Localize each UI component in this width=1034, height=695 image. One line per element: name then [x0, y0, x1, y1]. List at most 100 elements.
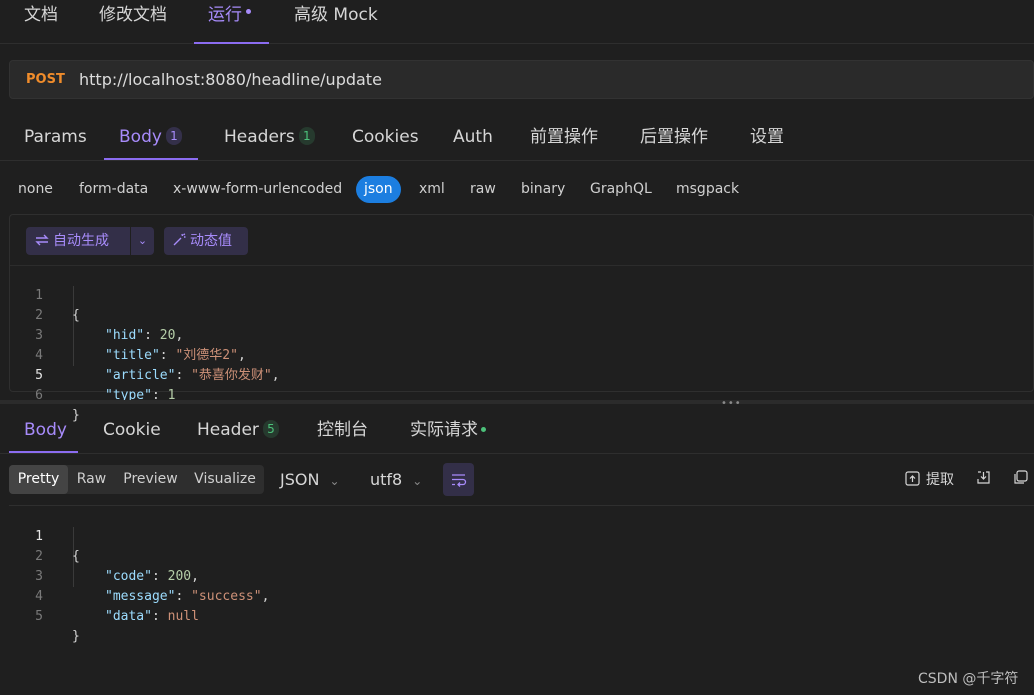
tab-params[interactable]: Params: [24, 112, 87, 160]
chevron-down-icon: ⌄: [412, 474, 423, 488]
json-key: "message": [105, 589, 176, 604]
resp-tab-header[interactable]: Header 5: [197, 405, 279, 453]
view-mode-raw[interactable]: Raw: [68, 465, 115, 494]
unsaved-dot-icon: [246, 9, 251, 14]
copy-button[interactable]: [1013, 470, 1028, 490]
body-type-graphql[interactable]: GraphQL: [590, 176, 652, 203]
auto-generate-button[interactable]: 自动生成: [26, 227, 130, 255]
dynamic-value-button[interactable]: 动态值: [164, 227, 248, 255]
request-tab-bar: Params Body 1 Headers 1 Cookies Auth 前置操作 …: [0, 112, 1034, 161]
json-comma: ,: [261, 589, 270, 604]
tab-headers-label: Headers: [224, 127, 295, 147]
tab-run-label: 运行: [208, 5, 242, 25]
body-type-json[interactable]: json: [356, 176, 401, 203]
tab-settings[interactable]: 设置: [750, 112, 784, 160]
code-line: 6 }: [0, 366, 80, 423]
wrap-icon: [452, 474, 467, 487]
response-tab-bar: Body Cookie Header 5 控制台 实际请求: [0, 405, 1034, 454]
encoding-value: utf8: [370, 470, 403, 489]
tab-doc[interactable]: 文档: [24, 0, 58, 44]
body-type-msgpack[interactable]: msgpack: [676, 176, 739, 203]
url-bar[interactable]: POST http://localhost:8080/headline/upda…: [9, 60, 1034, 99]
json-key: "hid": [105, 328, 145, 343]
format-select[interactable]: JSON ⌄: [280, 465, 340, 494]
tab-edit-doc[interactable]: 修改文档: [99, 0, 167, 44]
tab-auth[interactable]: Auth: [453, 112, 493, 160]
code-text: {: [72, 308, 80, 323]
tab-run[interactable]: 运行: [194, 0, 269, 44]
json-value: 200: [167, 569, 192, 584]
code-line: 5 "type": 1: [0, 346, 175, 403]
code-line: 1 {: [0, 507, 80, 564]
resp-tab-body[interactable]: Body: [9, 405, 78, 453]
body-count-badge: 1: [165, 127, 182, 145]
body-type-raw[interactable]: raw: [470, 176, 496, 203]
magic-wand-icon: [173, 233, 186, 246]
body-type-form-data[interactable]: form-data: [79, 176, 148, 203]
json-comma: ,: [271, 368, 280, 383]
json-comma: ,: [237, 348, 246, 363]
url-input[interactable]: http://localhost:8080/headline/update: [79, 70, 382, 89]
download-button[interactable]: [976, 470, 991, 490]
chevron-down-icon: ⌄: [329, 474, 340, 488]
json-key: "data": [105, 609, 152, 624]
word-wrap-button[interactable]: [443, 463, 474, 496]
tab-body[interactable]: Body 1: [104, 112, 198, 160]
code-line: 3 "title": "刘德华2",: [0, 306, 246, 363]
extract-icon: [905, 471, 920, 486]
resp-tab-header-label: Header: [197, 420, 259, 440]
view-mode-pretty[interactable]: Pretty: [9, 465, 68, 494]
json-comma: ,: [175, 328, 184, 343]
tab-headers[interactable]: Headers 1: [224, 112, 315, 160]
code-line: 5 }: [0, 587, 80, 644]
resp-tab-cookie[interactable]: Cookie: [103, 405, 161, 453]
view-mode-preview[interactable]: Preview: [115, 465, 186, 494]
code-text: {: [72, 549, 80, 564]
body-type-xml[interactable]: xml: [419, 176, 445, 203]
watermark: CSDN @千字符: [918, 671, 1019, 687]
resp-tab-actual-request-label: 实际请求: [410, 420, 478, 440]
tab-cookies[interactable]: Cookies: [352, 112, 419, 160]
format-value: JSON: [280, 470, 320, 489]
tab-mock[interactable]: 高级 Mock: [294, 0, 378, 44]
json-key: "code": [105, 569, 152, 584]
json-value: "刘德华2": [175, 348, 238, 363]
encoding-select[interactable]: utf8 ⌄: [370, 465, 422, 494]
auto-generate-dropdown[interactable]: ⌄: [131, 227, 154, 255]
body-type-selector: none form-data x-www-form-urlencoded jso…: [0, 172, 1034, 206]
download-icon: [977, 471, 990, 484]
json-comma: ,: [191, 569, 199, 584]
panel-splitter[interactable]: [0, 400, 1034, 404]
dynamic-value-label: 动态值: [190, 233, 232, 249]
body-type-binary[interactable]: binary: [521, 176, 565, 203]
method-select[interactable]: POST: [26, 72, 65, 87]
status-dot-icon: [481, 427, 486, 432]
code-line: 2 "code": 200,: [0, 527, 199, 584]
code-line: 1 {: [0, 266, 80, 323]
body-type-none[interactable]: none: [18, 176, 53, 203]
json-value: "恭喜你发财": [191, 368, 272, 383]
code-line: 4 "data": null: [0, 567, 199, 624]
swap-icon: [35, 234, 49, 246]
resp-tab-console[interactable]: 控制台: [317, 405, 368, 453]
view-mode-selector: Pretty Raw Preview Visualize: [9, 465, 264, 494]
tab-post-ops[interactable]: 后置操作: [640, 112, 708, 160]
code-line: 2 "hid": 20,: [0, 286, 183, 343]
json-value: "success": [191, 589, 262, 604]
json-value: null: [167, 609, 199, 624]
top-tab-bar: 文档 修改文档 运行 高级 Mock: [0, 0, 1034, 44]
extract-button[interactable]: 提取: [905, 470, 954, 490]
resp-tab-actual-request[interactable]: 实际请求: [410, 405, 486, 453]
copy-icon: [1014, 470, 1028, 484]
code-text: }: [72, 629, 80, 644]
editor-divider: [10, 265, 1033, 266]
line-number: 5: [35, 609, 43, 624]
headers-count-badge: 1: [298, 127, 315, 145]
json-key: "title": [105, 348, 160, 363]
body-type-urlencoded[interactable]: x-www-form-urlencoded: [173, 176, 342, 203]
indent-guide: [73, 286, 74, 366]
tab-pre-ops[interactable]: 前置操作: [530, 112, 598, 160]
auto-generate-label: 自动生成: [53, 233, 109, 249]
json-key: "article": [105, 368, 176, 383]
view-mode-visualize[interactable]: Visualize: [186, 465, 264, 494]
